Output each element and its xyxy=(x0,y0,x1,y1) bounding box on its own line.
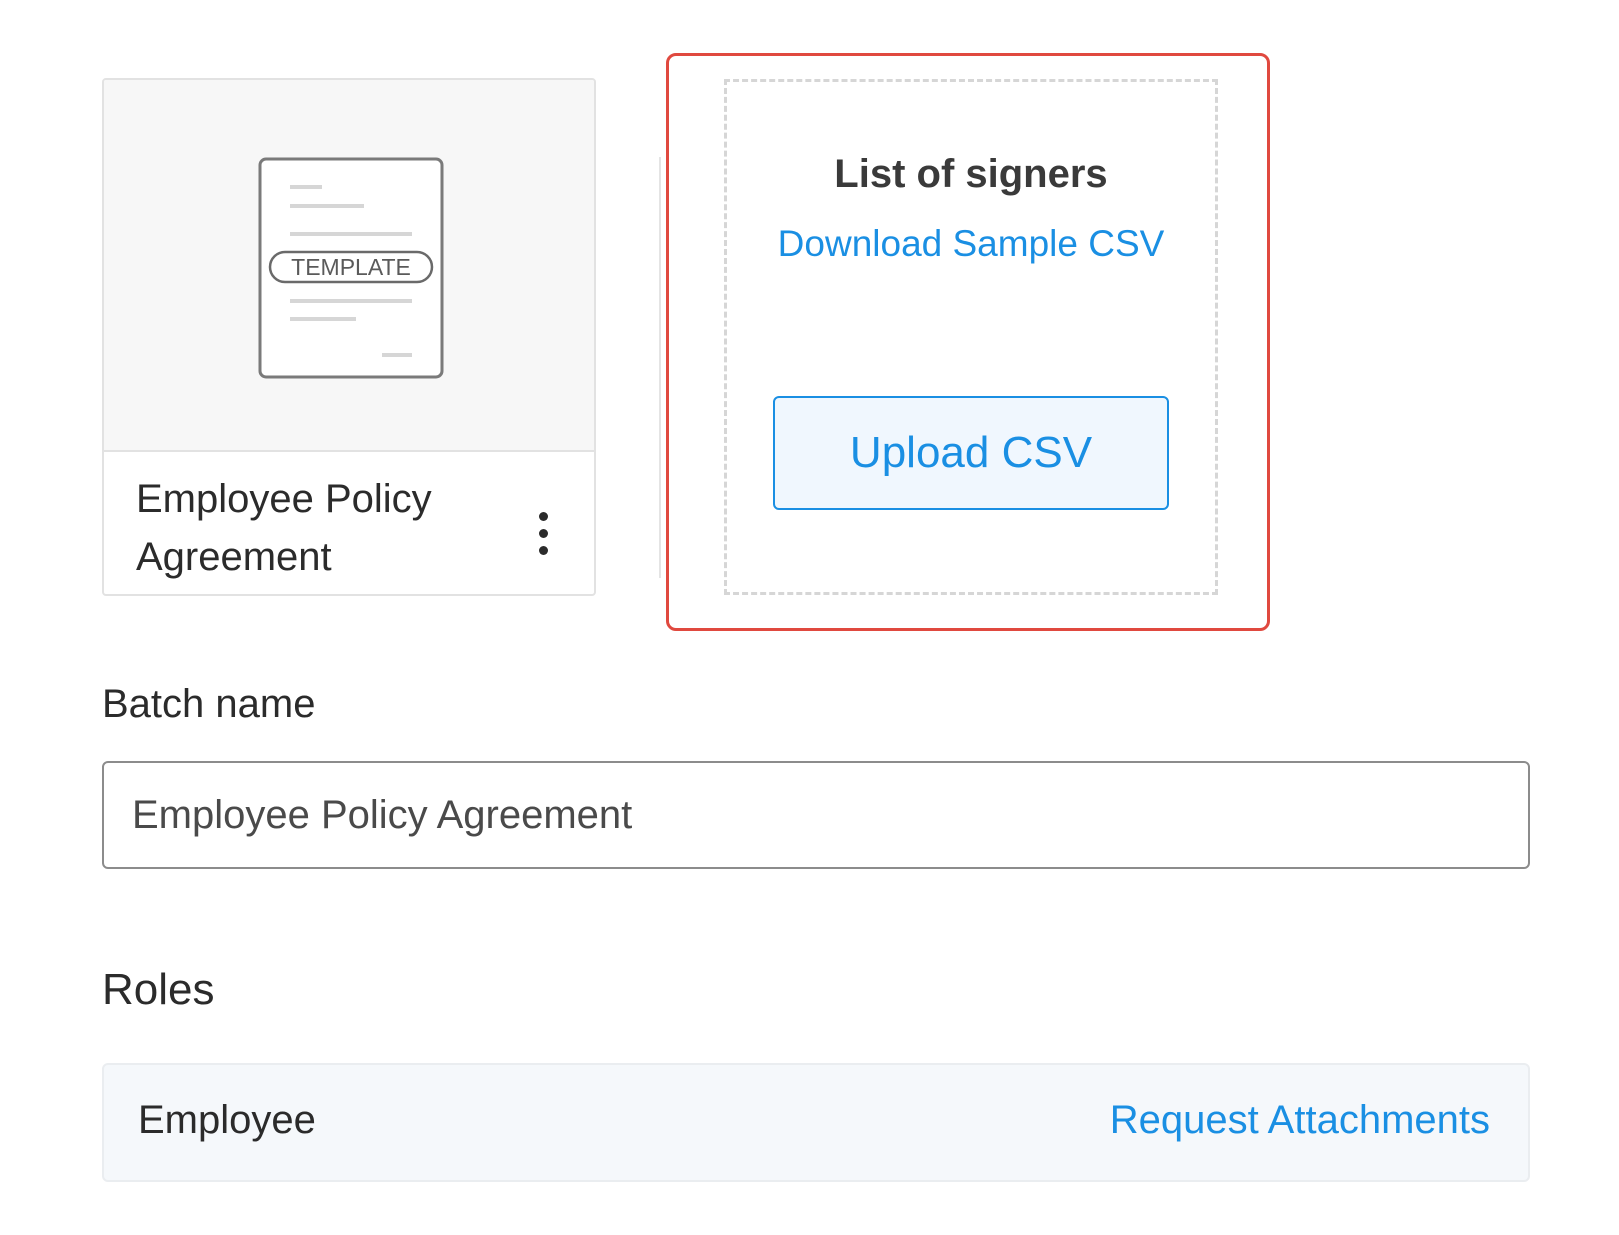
template-card[interactable]: TEMPLATE Employee Policy Agreement xyxy=(102,78,596,596)
template-badge-text: TEMPLATE xyxy=(291,254,411,280)
signers-list-title: List of signers xyxy=(834,152,1108,196)
download-sample-csv-link[interactable]: Download Sample CSV xyxy=(724,223,1218,265)
request-attachments-link[interactable]: Request Attachments xyxy=(1110,1098,1490,1143)
template-preview: TEMPLATE xyxy=(104,80,594,452)
batch-name-input[interactable] xyxy=(102,761,1530,869)
roles-heading: Roles xyxy=(102,965,215,1014)
vertical-divider xyxy=(659,157,661,578)
role-row: Employee Request Attachments xyxy=(102,1063,1530,1182)
role-name: Employee xyxy=(138,1098,316,1142)
template-document-icon: TEMPLATE xyxy=(258,157,444,379)
batch-name-label: Batch name xyxy=(102,682,316,726)
upload-csv-button[interactable]: Upload CSV xyxy=(773,396,1169,510)
more-options-icon[interactable] xyxy=(529,505,559,565)
template-title: Employee Policy Agreement xyxy=(136,477,432,579)
